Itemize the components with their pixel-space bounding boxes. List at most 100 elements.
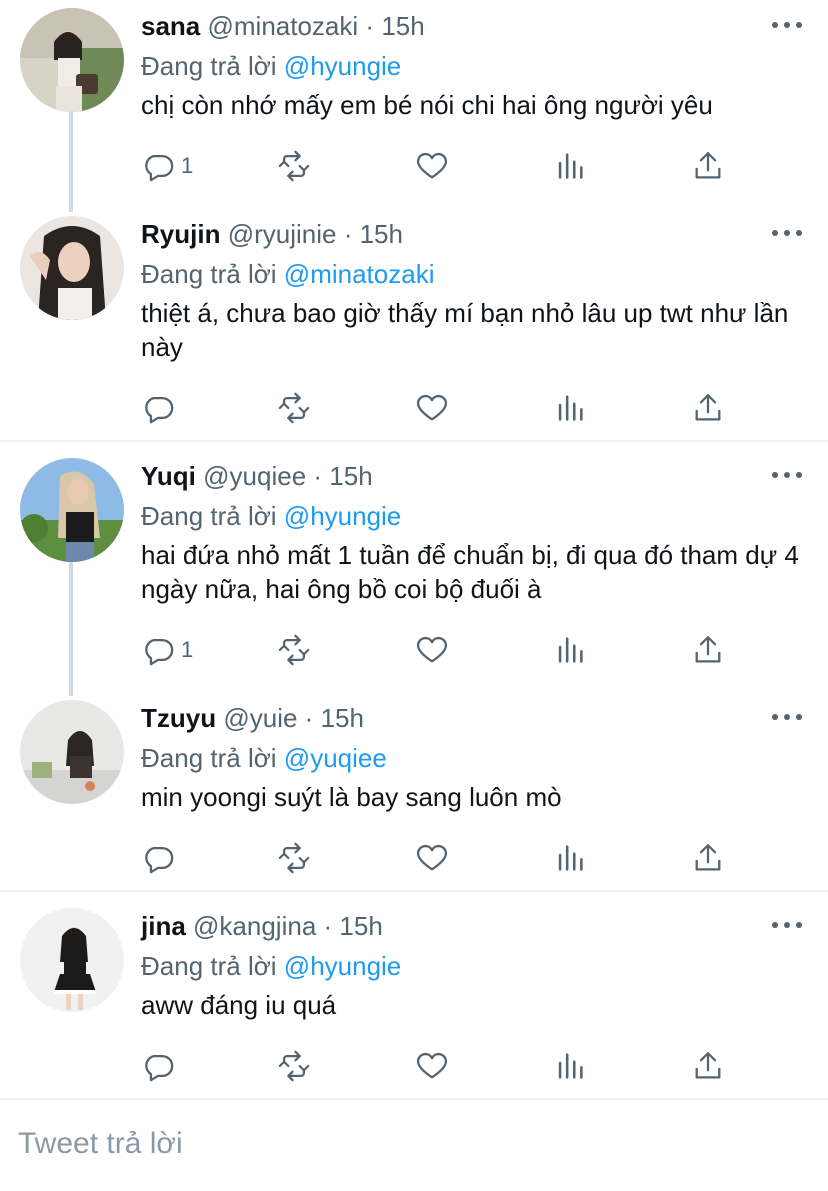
avatar[interactable]: [20, 458, 124, 562]
tweet-divider: [0, 440, 828, 442]
reply-icon: [145, 638, 174, 666]
separator-dot: ·: [365, 11, 375, 41]
analytics-button[interactable]: [553, 838, 587, 878]
tweet-header: Yuqi @yuqiee · 15h: [141, 456, 373, 496]
timestamp[interactable]: 15h: [339, 911, 382, 941]
tweet-actions: 1: [141, 630, 741, 670]
tweet-header: jina @kangjina · 15h: [141, 906, 383, 946]
analytics-icon: [558, 637, 583, 663]
retweet-button[interactable]: [277, 388, 311, 428]
reply-to-handle[interactable]: @hyungie: [284, 501, 401, 531]
tweet-divider: [0, 890, 828, 892]
reply-button[interactable]: 1: [141, 146, 193, 186]
share-button[interactable]: [691, 146, 725, 186]
share-icon: [695, 844, 721, 871]
share-icon: [695, 636, 721, 663]
more-icon[interactable]: [772, 702, 802, 732]
reply-icon: [145, 846, 174, 874]
more-icon[interactable]: [772, 460, 802, 490]
share-icon: [695, 394, 721, 421]
tweet-text: thiệt á, chưa bao giờ thấy mí bạn nhỏ lâ…: [141, 298, 789, 362]
reply-count: 1: [181, 637, 194, 662]
more-icon[interactable]: [772, 218, 802, 248]
like-button[interactable]: [415, 630, 449, 670]
reply-button[interactable]: [141, 1046, 181, 1086]
replying-to: Đang trả lời @hyungie: [141, 496, 401, 536]
like-button[interactable]: [415, 1046, 449, 1086]
tweet[interactable]: Yuqi @yuqiee · 15h Đang trả lời @hyungie…: [0, 456, 828, 680]
reply-to-handle[interactable]: @minatozaki: [284, 259, 435, 289]
reply-to-handle[interactable]: @hyungie: [284, 951, 401, 981]
tweet-text: chị còn nhớ mấy em bé nói chi hai ông ng…: [141, 90, 713, 120]
tweet[interactable]: Ryujin @ryujinie · 15h Đang trả lời @min…: [0, 214, 828, 438]
tweet[interactable]: sana @minatozaki · 15h Đang trả lời @hyu…: [0, 6, 828, 206]
reply-icon: [145, 1054, 174, 1082]
share-button[interactable]: [691, 388, 725, 428]
reply-icon: [145, 154, 174, 182]
user-handle[interactable]: @minatozaki: [208, 11, 359, 41]
analytics-button[interactable]: [553, 146, 587, 186]
user-handle[interactable]: @yuqiee: [203, 461, 306, 491]
heart-icon: [417, 394, 447, 421]
timestamp[interactable]: 15h: [360, 219, 403, 249]
more-icon[interactable]: [772, 910, 802, 940]
display-name[interactable]: sana: [141, 11, 200, 41]
share-icon: [695, 152, 721, 179]
tweet[interactable]: Tzuyu @yuie · 15h Đang trả lời @yuqiee m…: [0, 698, 828, 888]
reply-to-handle[interactable]: @yuqiee: [284, 743, 387, 773]
replying-label: Đang trả lời: [141, 51, 277, 81]
tweet[interactable]: jina @kangjina · 15h Đang trả lời @hyung…: [0, 906, 828, 1096]
heart-icon: [417, 1052, 447, 1079]
share-button[interactable]: [691, 630, 725, 670]
display-name[interactable]: Yuqi: [141, 461, 196, 491]
reply-button[interactable]: [141, 838, 181, 878]
tweet-actions: 1: [141, 146, 741, 186]
user-handle[interactable]: @kangjina: [193, 911, 316, 941]
display-name[interactable]: Ryujin: [141, 219, 220, 249]
retweet-icon: [278, 634, 310, 666]
retweet-button[interactable]: [277, 146, 311, 186]
reply-composer[interactable]: Tweet trả lời: [0, 1103, 828, 1191]
timestamp[interactable]: 15h: [329, 461, 372, 491]
analytics-icon: [558, 1053, 583, 1079]
avatar[interactable]: [20, 908, 124, 1012]
analytics-icon: [558, 845, 583, 871]
analytics-icon: [558, 395, 583, 421]
replying-label: Đang trả lời: [141, 501, 277, 531]
analytics-button[interactable]: [553, 630, 587, 670]
tweet-header: Tzuyu @yuie · 15h: [141, 698, 364, 738]
analytics-icon: [558, 153, 583, 179]
timestamp[interactable]: 15h: [321, 703, 364, 733]
reply-count: 1: [181, 153, 194, 178]
reply-input[interactable]: Tweet trả lời: [18, 1127, 183, 1161]
share-button[interactable]: [691, 1046, 725, 1086]
display-name[interactable]: Tzuyu: [141, 703, 216, 733]
share-button[interactable]: [691, 838, 725, 878]
like-button[interactable]: [415, 838, 449, 878]
like-button[interactable]: [415, 388, 449, 428]
user-handle[interactable]: @yuie: [223, 703, 297, 733]
avatar[interactable]: [20, 216, 124, 320]
timestamp[interactable]: 15h: [381, 11, 424, 41]
like-button[interactable]: [415, 146, 449, 186]
avatar[interactable]: [20, 700, 124, 804]
heart-icon: [417, 152, 447, 179]
separator-dot: ·: [304, 703, 314, 733]
retweet-icon: [278, 150, 310, 182]
reply-button[interactable]: [141, 388, 181, 428]
display-name[interactable]: jina: [141, 911, 186, 941]
user-handle[interactable]: @ryujinie: [228, 219, 337, 249]
composer-divider: [0, 1098, 828, 1100]
retweet-button[interactable]: [277, 1046, 311, 1086]
replying-to: Đang trả lời @minatozaki: [141, 254, 434, 294]
avatar[interactable]: [20, 8, 124, 112]
reply-button[interactable]: 1: [141, 630, 193, 670]
more-icon[interactable]: [772, 10, 802, 40]
replying-to: Đang trả lời @yuqiee: [141, 738, 387, 778]
analytics-button[interactable]: [553, 1046, 587, 1086]
replying-label: Đang trả lời: [141, 743, 277, 773]
analytics-button[interactable]: [553, 388, 587, 428]
retweet-button[interactable]: [277, 838, 311, 878]
reply-to-handle[interactable]: @hyungie: [284, 51, 401, 81]
retweet-button[interactable]: [277, 630, 311, 670]
